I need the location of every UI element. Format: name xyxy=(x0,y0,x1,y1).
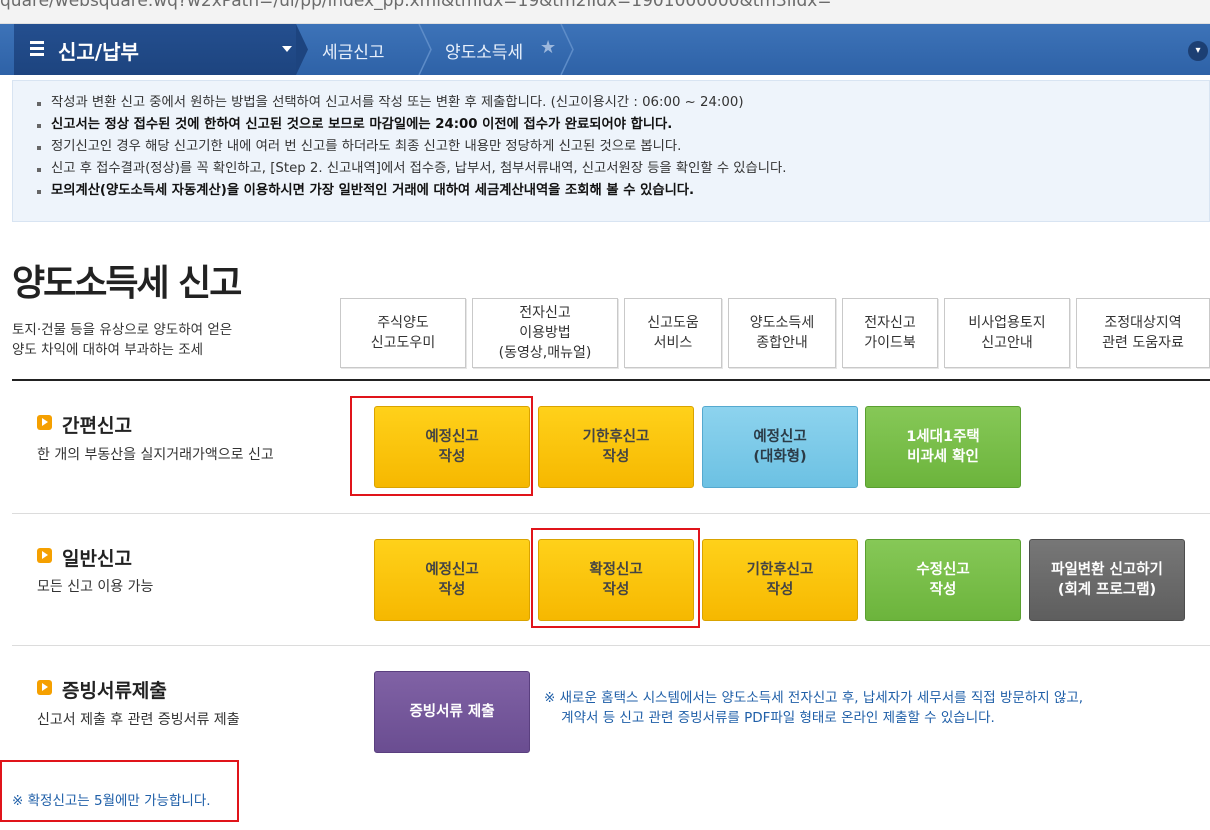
notice-box: 작성과 변환 신고 중에서 원하는 방법을 선택하여 신고서를 작성 또는 변환… xyxy=(12,80,1210,222)
chevron-right-icon xyxy=(418,24,432,75)
chevron-right-icon xyxy=(560,24,574,75)
section-divider xyxy=(12,645,1210,646)
hamburger-icon xyxy=(30,41,44,56)
notice-line: 모의계산(양도소득세 자동계산)을 이용하시면 가장 일반적인 거래에 대하여 … xyxy=(37,180,1209,202)
menu-title: 신고/납부 xyxy=(58,40,139,64)
section-title-general: 일반신고 xyxy=(62,548,132,570)
chevron-right-icon xyxy=(296,24,308,75)
guide-capital-gains-overview[interactable]: 양도소득세 종합안내 xyxy=(728,298,836,368)
guide-efiling-usage[interactable]: 전자신고 이용방법 (동영상,매뉴얼) xyxy=(472,298,618,368)
section-desc-evidence: 신고서 제출 후 관련 증빙서류 제출 xyxy=(37,712,240,728)
section-divider xyxy=(12,513,1210,514)
notice-line: 작성과 변환 신고 중에서 원하는 방법을 선택하여 신고서를 작성 또는 변환… xyxy=(37,92,1209,114)
favorite-star-icon[interactable]: ★ xyxy=(540,37,556,58)
guide-filing-help-service[interactable]: 신고도움 서비스 xyxy=(624,298,722,368)
address-bar[interactable]: quare/websquare.wq?w2xPath=/ui/pp/index_… xyxy=(0,0,1210,24)
section-title-evidence: 증빙서류제출 xyxy=(62,680,167,702)
general-preliminary-filing-button[interactable]: 예정신고 작성 xyxy=(374,539,530,621)
section-arrow-icon xyxy=(37,680,52,695)
section-desc-general: 모든 신고 이용 가능 xyxy=(37,579,154,595)
simple-preliminary-interactive-button[interactable]: 예정신고 (대화형) xyxy=(702,406,858,488)
section-desc-simple: 한 개의 부동산을 실지거래가액으로 신고 xyxy=(37,447,274,463)
highlight-box xyxy=(0,760,239,822)
section-divider xyxy=(12,379,1210,381)
highlight-box xyxy=(531,528,700,628)
evidence-submit-button[interactable]: 증빙서류 제출 xyxy=(374,671,530,753)
address-bar-url: quare/websquare.wq?w2xPath=/ui/pp/index_… xyxy=(0,0,832,11)
evidence-note: ※ 새로운 홈택스 시스템에서는 양도소득세 전자신고 후, 납세자가 세무서를… xyxy=(544,690,1084,726)
expand-circle-icon[interactable]: ▾ xyxy=(1188,41,1208,61)
simple-late-filing-button[interactable]: 기한후신고 작성 xyxy=(538,406,694,488)
section-title-simple: 간편신고 xyxy=(62,415,132,437)
notice-line: 정기신고인 경우 해당 신고기한 내에 여러 번 신고를 하더라도 최종 신고한… xyxy=(37,136,1209,158)
top-navigation: 신고/납부 세금신고 양도소득세 ★ ▾ xyxy=(0,24,1210,75)
caret-down-icon xyxy=(282,46,292,52)
amended-filing-button[interactable]: 수정신고 작성 xyxy=(865,539,1021,621)
breadcrumb-capital-gains[interactable]: 양도소득세 xyxy=(445,38,523,63)
page-title: 양도소득세 신고 xyxy=(12,263,242,304)
guide-nonbusiness-land[interactable]: 비사업용토지 신고안내 xyxy=(944,298,1070,368)
guide-stock-transfer-helper[interactable]: 주식양도 신고도우미 xyxy=(340,298,466,368)
highlight-box xyxy=(350,396,533,496)
page-desc-line: 토지·건물 등을 유상으로 양도하여 얻은 xyxy=(12,322,233,338)
general-late-filing-button[interactable]: 기한후신고 작성 xyxy=(702,539,858,621)
breadcrumb-tax-report[interactable]: 세금신고 xyxy=(322,38,385,63)
section-arrow-icon xyxy=(37,548,52,563)
one-house-exemption-check-button[interactable]: 1세대1주택 비과세 확인 xyxy=(865,406,1021,488)
page-desc-line: 양도 차익에 대하여 부과하는 조세 xyxy=(12,342,204,358)
guide-regulated-area[interactable]: 조정대상지역 관련 도움자료 xyxy=(1076,298,1210,368)
notice-line: 신고 후 접수결과(정상)를 꼭 확인하고, [Step 2. 신고내역]에서 … xyxy=(37,158,1209,180)
notice-line: 신고서는 정상 접수된 것에 한하여 신고된 것으로 보므로 마감일에는 24:… xyxy=(37,114,1209,136)
section-arrow-icon xyxy=(37,415,52,430)
guide-efiling-guidebook[interactable]: 전자신고 가이드북 xyxy=(842,298,938,368)
file-conversion-filing-button[interactable]: 파일변환 신고하기 (회계 프로그램) xyxy=(1029,539,1185,621)
menu-dropdown[interactable]: 신고/납부 xyxy=(14,24,296,75)
page-description: 토지·건물 등을 유상으로 양도하여 얻은 양도 차익에 대하여 부과하는 조세 xyxy=(12,320,232,360)
